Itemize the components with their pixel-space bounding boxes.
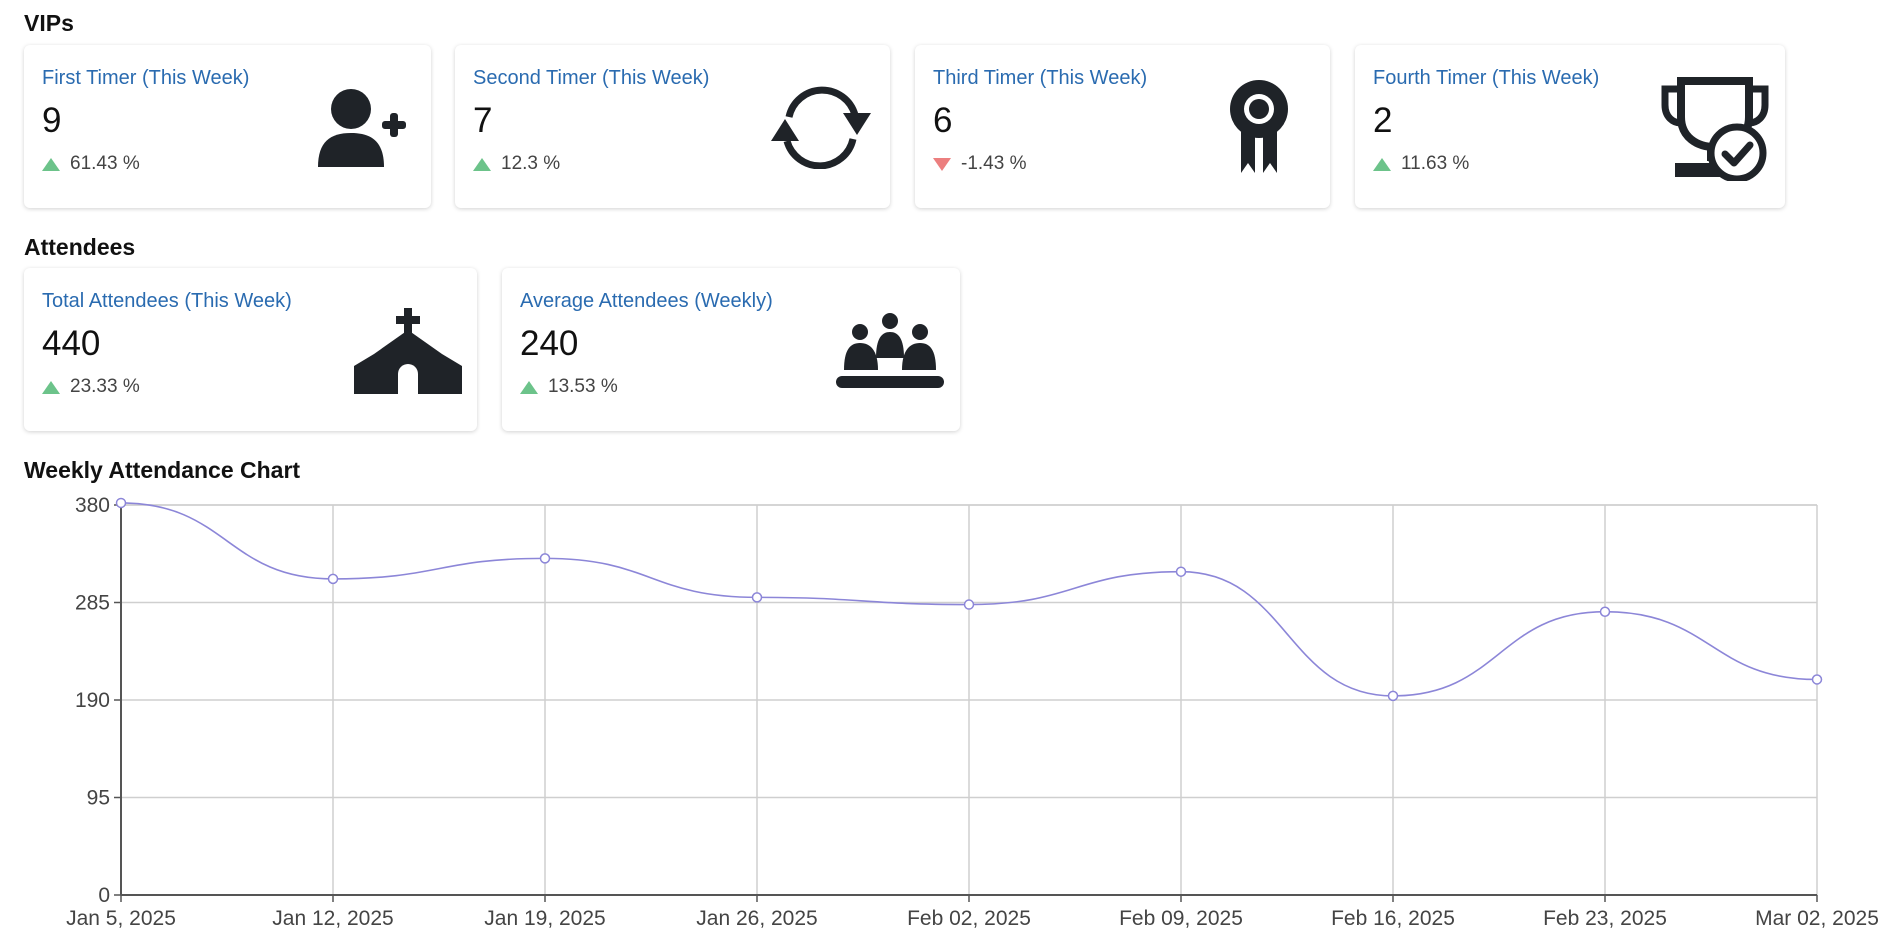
data-point[interactable]: [327, 573, 339, 585]
y-tick-label: 95: [87, 787, 110, 810]
x-tick-label: Feb 16, 2025: [1331, 907, 1455, 930]
data-point[interactable]: [1387, 690, 1399, 702]
x-tick-label: Mar 02, 2025: [1755, 907, 1878, 930]
y-tick-label: 285: [75, 592, 110, 615]
data-point[interactable]: [1811, 674, 1823, 685]
y-tick-label: 0: [98, 884, 110, 907]
x-tick-label: Feb 23, 2025: [1543, 907, 1667, 930]
data-point[interactable]: [963, 599, 975, 610]
y-tick-label: 190: [75, 689, 110, 712]
data-point[interactable]: [1175, 566, 1187, 577]
y-tick-label: 380: [75, 494, 110, 517]
data-point[interactable]: [115, 497, 127, 509]
x-tick-label: Feb 02, 2025: [907, 907, 1031, 930]
x-tick-label: Jan 19, 2025: [484, 907, 605, 930]
data-point[interactable]: [1599, 606, 1611, 617]
data-point[interactable]: [751, 592, 763, 603]
weekly-attendance-chart: Jan 5, 2025 Jan 12, 2025 Jan 19, 2025 Jan 2…: [66, 494, 1878, 930]
x-tick-label: Jan 5, 2025: [66, 907, 176, 930]
x-tick-label: Feb 09, 2025: [1119, 907, 1243, 930]
x-tick-label: Jan 12, 2025: [272, 907, 393, 930]
data-point[interactable]: [539, 553, 551, 564]
x-tick-label: Jan 26, 2025: [696, 907, 817, 930]
